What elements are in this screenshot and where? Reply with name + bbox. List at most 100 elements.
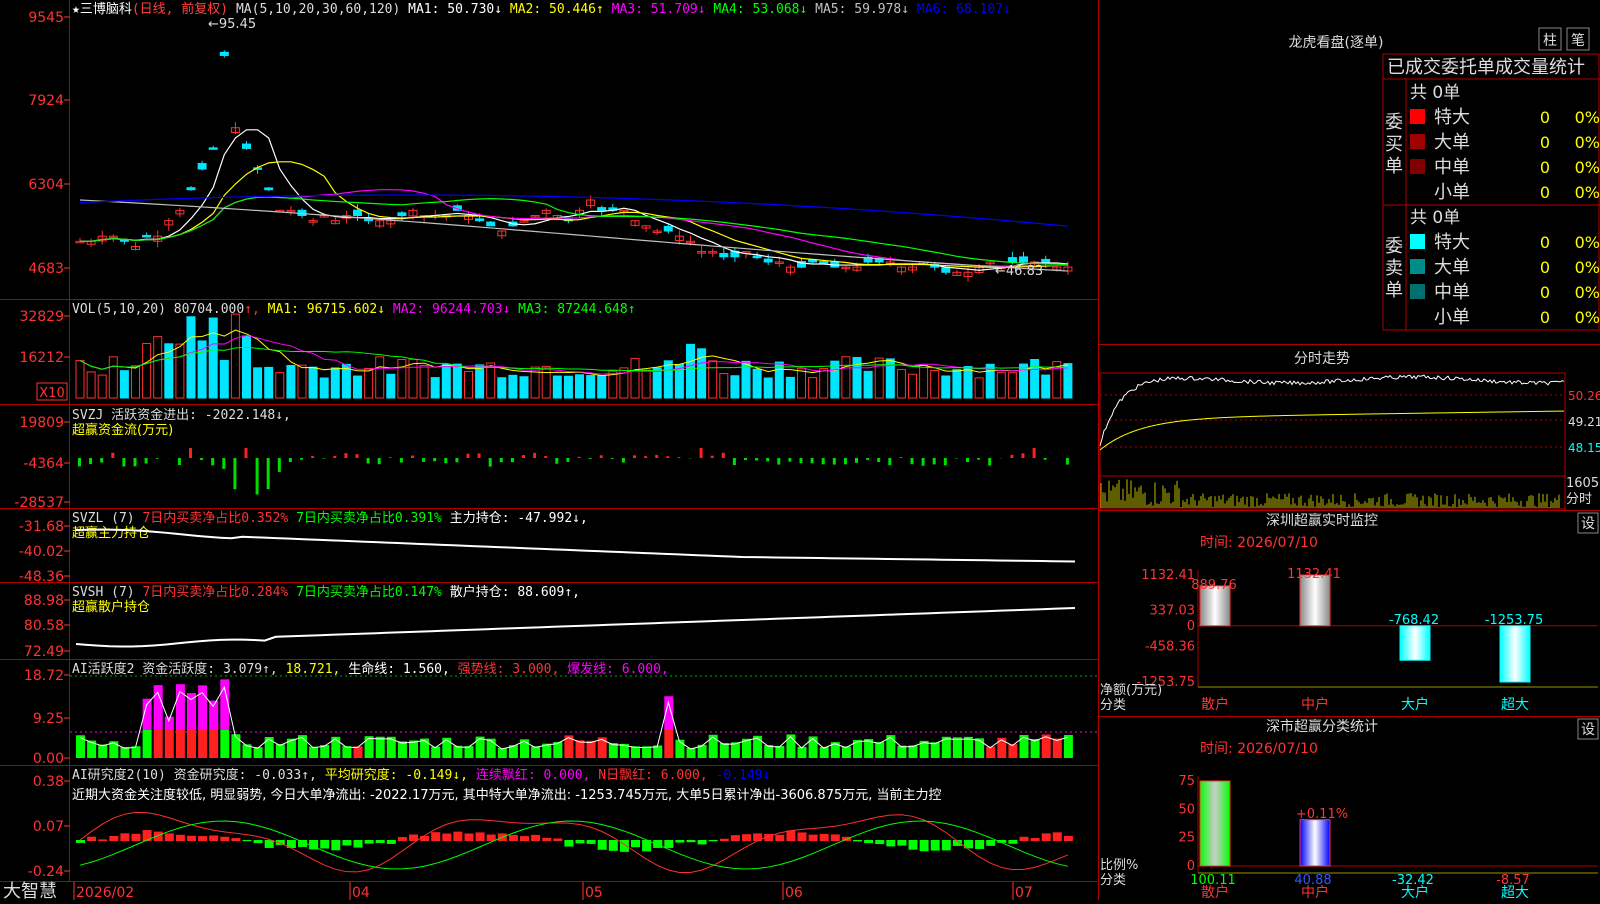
svzj-bar — [233, 458, 236, 489]
settings-button-label[interactable]: 设 — [1581, 516, 1595, 532]
lhb-buy-label: 买 — [1385, 134, 1403, 155]
ai-active-bar — [143, 730, 152, 758]
svzl-ytick: -40.02 — [19, 544, 64, 560]
ai-research-bar — [631, 840, 640, 847]
volume-bar — [187, 317, 195, 398]
ai-research-bar — [1008, 840, 1017, 844]
volume-bar — [354, 376, 362, 398]
svzj-bar — [145, 458, 148, 464]
ai-research-bar — [87, 837, 96, 841]
ai-research-bar — [920, 840, 929, 851]
ai-active-bar — [720, 743, 729, 758]
svzj-bar — [733, 458, 736, 465]
lhb-buy-label: 单 — [1385, 156, 1403, 177]
svzj-bar — [844, 458, 847, 464]
svzj-bar — [533, 453, 536, 458]
lhb-mode-label[interactable]: 柱 — [1543, 33, 1557, 49]
volume-bar — [265, 367, 273, 398]
lhb-mode-label[interactable]: 笔 — [1571, 33, 1585, 49]
category-bar — [1400, 626, 1430, 660]
volume-bar — [509, 375, 517, 398]
lhb-row-pct: 0% — [1575, 283, 1600, 302]
ai-active-bar-top — [198, 685, 207, 730]
ai-active-bar — [775, 746, 784, 758]
volume-bar — [287, 365, 295, 398]
svzj-bar — [600, 455, 603, 458]
svzj-bar — [933, 458, 936, 464]
volume-bar — [476, 365, 484, 398]
svzj-bar — [633, 455, 636, 458]
ai-research-bar — [609, 840, 618, 851]
bar-value-label: -768.42 — [1389, 613, 1439, 628]
ai-research-bar — [109, 836, 118, 841]
ai-research-bar — [1020, 837, 1029, 841]
svzj-bar — [811, 458, 814, 463]
lhb-row-count: 0 — [1540, 308, 1550, 327]
svzj-bar — [766, 458, 769, 461]
ai-active-bar — [631, 746, 640, 758]
ai-active-bar — [309, 747, 318, 758]
ai-active-bar — [98, 745, 107, 758]
svzj-bar — [566, 458, 569, 462]
ai-active-bar-top — [187, 693, 196, 730]
svzj-bar — [400, 458, 403, 463]
ai-active-bar — [664, 730, 673, 758]
low-label: ←46.83 — [995, 264, 1043, 279]
svzj-bar — [356, 454, 359, 458]
svzj-bar — [311, 456, 314, 458]
ai-research-bar — [431, 832, 440, 841]
ai-active-bar — [609, 743, 618, 758]
ai-research-bar — [331, 840, 340, 850]
lhb-buy-label: 委 — [1385, 112, 1403, 133]
svzj-bar — [777, 458, 780, 465]
ai-research-bar — [886, 840, 895, 846]
lhb-row-count: 0 — [1540, 133, 1550, 152]
ai-active-bar — [709, 735, 718, 758]
ai-active-bar-top — [154, 685, 163, 730]
svzj-bar — [855, 458, 858, 463]
ai-research-bar — [897, 840, 906, 846]
svzj-bar — [211, 458, 214, 465]
svzj-bar — [511, 458, 514, 462]
svzj-bar — [122, 458, 125, 466]
bar-xlabel: 分类 — [1100, 873, 1126, 888]
ai-research-bar — [453, 832, 462, 841]
candle-body — [720, 254, 728, 257]
candle-body — [942, 268, 950, 273]
svzj-bar — [1044, 458, 1047, 460]
ai-research-bar — [398, 837, 407, 841]
svzj-bar — [988, 458, 991, 466]
ai-active-bar — [209, 730, 218, 758]
svzj-bar — [644, 456, 647, 458]
svzj-ytick: -4364 — [23, 456, 64, 472]
ai-research-bar — [576, 840, 585, 843]
volume-bar — [753, 369, 761, 398]
volume-bar — [731, 376, 739, 398]
svzj-bar — [256, 458, 259, 494]
high-label: ←95.45 — [208, 17, 256, 32]
svzj-bar — [200, 458, 203, 460]
ai-research-bar — [442, 834, 451, 841]
candle-body — [764, 259, 772, 262]
svzj-bar — [478, 453, 481, 458]
ai-research-bar — [187, 836, 196, 841]
volume-bar — [331, 368, 339, 398]
svzj-bar — [666, 456, 669, 458]
svzj-bar — [755, 458, 758, 461]
ai-active-bar — [531, 746, 540, 758]
svsh-ytick: 80.58 — [24, 618, 64, 634]
volume-ytick: 32829 — [19, 309, 64, 325]
settings-button-label[interactable]: 设 — [1581, 722, 1595, 738]
volume-bar — [1031, 359, 1039, 398]
candle-body — [354, 210, 362, 215]
ai-research-bar — [720, 839, 729, 841]
ai-active-bar — [165, 730, 174, 758]
volume-bar — [864, 371, 872, 398]
ai-active-bar — [842, 746, 851, 758]
ai-active-bar — [265, 737, 274, 758]
svzj-bar — [100, 458, 103, 463]
candle-body — [398, 213, 406, 216]
ai-research-bar — [132, 834, 141, 841]
ai-active-header: AI活跃度2 资金活跃度: 3.079↑, 18.721, 生命线: 1.560… — [72, 661, 669, 677]
ai-research-bar — [220, 837, 229, 841]
